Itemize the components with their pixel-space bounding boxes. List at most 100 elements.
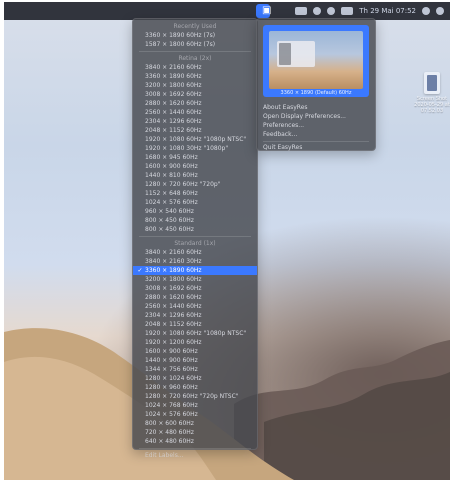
- bluetooth-icon[interactable]: [327, 7, 336, 15]
- resolution-item[interactable]: 1680 × 945 60Hz: [133, 153, 257, 162]
- resolution-label: 2048 × 1152 60Hz: [145, 127, 202, 134]
- battery-icon[interactable]: [341, 7, 354, 15]
- search-icon[interactable]: [422, 7, 430, 15]
- desktop-file-label: Screen Shot 2020-05-29 at 07.52.03: [414, 96, 450, 114]
- section-title-standard: Standard (1x): [174, 240, 216, 247]
- preferences-item[interactable]: Preferences...: [263, 121, 369, 130]
- resolution-label: 3360 × 1890 60Hz: [145, 73, 202, 80]
- menu-separator: [139, 51, 251, 52]
- resolution-item[interactable]: 1920 × 1080 30Hz "1080p": [133, 144, 257, 153]
- resolution-label: 2880 × 1620 60Hz: [145, 294, 202, 301]
- screenshot-frame: ▣ Th 29 Mai 07:52 Screen Shot 2020-05-29…: [4, 2, 450, 480]
- resolution-label: 1024 × 768 60Hz: [145, 402, 198, 409]
- resolution-label: 1920 × 1080 60Hz "1080p NTSC": [145, 136, 247, 143]
- resolution-item[interactable]: 1280 × 1024 60Hz: [133, 374, 257, 383]
- resolution-item[interactable]: 2560 × 1440 60Hz: [133, 302, 257, 311]
- resolution-label: 960 × 540 60Hz: [145, 208, 194, 215]
- menu-separator: [263, 141, 369, 142]
- resolution-item[interactable]: 1024 × 768 60Hz: [133, 401, 257, 410]
- resolution-label: 2880 × 1620 60Hz: [145, 100, 202, 107]
- resolution-label: 1024 × 576 60Hz: [145, 411, 198, 418]
- resolution-item[interactable]: 1600 × 900 60Hz: [133, 162, 257, 171]
- preview-window: [277, 41, 315, 67]
- resolution-menu: Recently Used 3360 × 1890 60Hz (7s) 1587…: [132, 18, 258, 459]
- resolution-label: 2304 × 1296 60Hz: [145, 118, 202, 125]
- resolution-label: 3840 × 2160 30Hz: [145, 258, 202, 265]
- resolution-item[interactable]: 800 × 450 60Hz: [133, 216, 257, 225]
- resolution-label: 1152 × 648 60Hz: [145, 190, 198, 197]
- menu-separator: [139, 236, 251, 237]
- resolution-item[interactable]: 2880 × 1620 60Hz: [133, 99, 257, 108]
- control-center-icon[interactable]: [436, 7, 444, 15]
- resolution-item[interactable]: 3840 × 2160 60Hz: [133, 248, 257, 257]
- resolution-label: 3360 × 1890 60Hz: [145, 267, 202, 274]
- resolution-item[interactable]: 3008 × 1692 60Hz: [133, 284, 257, 293]
- section-title-retina: Retina (2x): [178, 55, 212, 62]
- wifi-icon[interactable]: [313, 7, 322, 15]
- resolution-item[interactable]: 1440 × 810 60Hz: [133, 171, 257, 180]
- quit-easyres-item[interactable]: Quit EasyRes: [263, 143, 369, 152]
- resolution-label: 1280 × 960 60Hz: [145, 384, 198, 391]
- resolution-item[interactable]: 2048 × 1152 60Hz: [133, 126, 257, 135]
- resolution-item[interactable]: 3360 × 1890 60Hz (7s): [133, 31, 257, 40]
- about-easyres-item[interactable]: About EasyRes: [263, 103, 369, 112]
- resolution-item[interactable]: 1152 × 648 60Hz: [133, 189, 257, 198]
- resolution-item[interactable]: 3200 × 1800 60Hz: [133, 81, 257, 90]
- resolution-item[interactable]: 1920 × 1080 60Hz "1080p NTSC": [133, 329, 257, 338]
- display-icon[interactable]: ▣: [262, 5, 271, 17]
- resolution-item[interactable]: 640 × 480 60Hz: [133, 437, 257, 446]
- menu-bar-clock[interactable]: Th 29 Mai 07:52: [359, 6, 416, 16]
- resolution-item[interactable]: 1440 × 900 60Hz: [133, 356, 257, 365]
- resolution-label: 800 × 450 60Hz: [145, 217, 194, 224]
- resolution-item[interactable]: 3360 × 1890 60Hz: [133, 72, 257, 81]
- resolution-label: 1024 × 576 60Hz: [145, 199, 198, 206]
- resolution-label: 3008 × 1692 60Hz: [145, 285, 202, 292]
- resolution-label: 1600 × 900 60Hz: [145, 163, 198, 170]
- display-preview-image: [269, 31, 363, 89]
- resolution-item[interactable]: 2048 × 1152 60Hz: [133, 320, 257, 329]
- resolution-item[interactable]: 1920 × 1200 60Hz: [133, 338, 257, 347]
- resolution-label: 3200 × 1800 60Hz: [145, 276, 202, 283]
- resolution-label: 2304 × 1296 60Hz: [145, 312, 202, 319]
- resolution-item[interactable]: 2560 × 1440 60Hz: [133, 108, 257, 117]
- resolution-label: 3008 × 1692 60Hz: [145, 91, 202, 98]
- resolution-item[interactable]: 1600 × 900 60Hz: [133, 347, 257, 356]
- resolution-label: 3840 × 2160 60Hz: [145, 249, 202, 256]
- resolution-item[interactable]: 1024 × 576 60Hz: [133, 410, 257, 419]
- desktop-file-icon[interactable]: Screen Shot 2020-05-29 at 07.52.03: [414, 72, 450, 116]
- open-display-preferences-item[interactable]: Open Display Preferences...: [263, 112, 369, 121]
- resolution-item[interactable]: 3840 × 2160 30Hz: [133, 257, 257, 266]
- resolution-item[interactable]: 720 × 480 60Hz: [133, 428, 257, 437]
- resolution-label: 1920 × 1200 60Hz: [145, 339, 202, 346]
- resolution-item[interactable]: 1344 × 756 60Hz: [133, 365, 257, 374]
- resolution-item[interactable]: 3840 × 2160 60Hz: [133, 63, 257, 72]
- resolution-item[interactable]: 1280 × 720 60Hz "720p": [133, 180, 257, 189]
- display-preview[interactable]: [263, 25, 369, 95]
- resolution-item[interactable]: 1920 × 1080 60Hz "1080p NTSC": [133, 135, 257, 144]
- resolution-item[interactable]: 1587 × 1800 60Hz (7s): [133, 40, 257, 49]
- resolution-label: 1920 × 1080 60Hz "1080p NTSC": [145, 330, 247, 337]
- resolution-item[interactable]: 1024 × 576 60Hz: [133, 198, 257, 207]
- resolution-item[interactable]: 960 × 540 60Hz: [133, 207, 257, 216]
- resolution-item[interactable]: 1280 × 960 60Hz: [133, 383, 257, 392]
- resolution-item[interactable]: 2304 × 1296 60Hz: [133, 117, 257, 126]
- resolution-item[interactable]: 800 × 600 60Hz: [133, 419, 257, 428]
- resolution-item[interactable]: 2880 × 1620 60Hz: [133, 293, 257, 302]
- resolution-label: 1440 × 900 60Hz: [145, 357, 198, 364]
- feedback-item[interactable]: Feedback...: [263, 130, 369, 139]
- resolution-label: 1280 × 720 60Hz "720p NTSC": [145, 393, 239, 400]
- checkmark-icon: ✓: [137, 267, 143, 274]
- image-file-icon: [424, 72, 440, 94]
- screen-icon[interactable]: [295, 7, 308, 15]
- resolution-item-selected[interactable]: ✓ 3360 × 1890 60Hz: [133, 266, 257, 275]
- resolution-label: 2560 × 1440 60Hz: [145, 109, 202, 116]
- resolution-item[interactable]: 3008 × 1692 60Hz: [133, 90, 257, 99]
- resolution-item[interactable]: 1280 × 720 60Hz "720p NTSC": [133, 392, 257, 401]
- resolution-item[interactable]: 3200 × 1800 60Hz: [133, 275, 257, 284]
- edit-labels-item[interactable]: Edit Labels...: [133, 451, 257, 460]
- resolution-label: 2560 × 1440 60Hz: [145, 303, 202, 310]
- resolution-label: 1344 × 756 60Hz: [145, 366, 198, 373]
- section-title-recent: Recently Used: [173, 23, 217, 30]
- resolution-item[interactable]: 800 × 450 60Hz: [133, 225, 257, 234]
- resolution-item[interactable]: 2304 × 1296 60Hz: [133, 311, 257, 320]
